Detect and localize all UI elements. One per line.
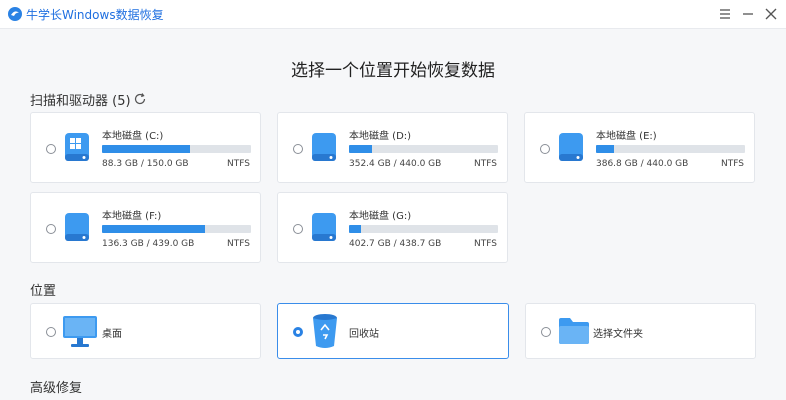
drive-usage-bar (349, 225, 498, 233)
drive-usage-fill (596, 145, 615, 153)
windows-drive-icon (65, 133, 89, 161)
locations-section-title: 位置 (30, 284, 57, 299)
drive-filesystem: NTFS (227, 239, 250, 249)
location-label: 选择文件夹 (593, 329, 643, 340)
drive-card-g[interactable]: 本地磁盘 (G:) 402.7 GB / 438.7 GB NTFS (277, 192, 508, 263)
drive-icon (312, 213, 336, 241)
drive-filesystem: NTFS (474, 239, 497, 249)
location-card-desktop[interactable]: 桌面 (30, 303, 261, 359)
app-logo-icon (8, 7, 22, 21)
drive-card-c[interactable]: 本地磁盘 (C:) 88.3 GB / 150.0 GB NTFS (30, 112, 261, 183)
drive-usage-bar (596, 145, 745, 153)
drive-card-d[interactable]: 本地磁盘 (D:) 352.4 GB / 440.0 GB NTFS (277, 112, 508, 183)
drive-name: 本地磁盘 (F:) (102, 211, 162, 222)
page-heading: 选择一个位置开始恢复数据 (291, 61, 495, 81)
refresh-icon[interactable] (133, 92, 147, 106)
location-card-recycle-bin[interactable]: 回收站 (277, 303, 509, 359)
drive-radio[interactable] (293, 144, 303, 154)
drive-size: 352.4 GB / 440.0 GB (349, 159, 442, 169)
location-radio-selected[interactable] (293, 327, 303, 337)
drive-usage-bar (102, 225, 251, 233)
location-radio[interactable] (541, 327, 551, 337)
drive-card-e[interactable]: 本地磁盘 (E:) 386.8 GB / 440.0 GB NTFS (524, 112, 755, 183)
menu-icon[interactable] (716, 5, 734, 23)
drive-icon (559, 133, 583, 161)
location-radio[interactable] (46, 327, 56, 337)
advanced-section-title: 高级修复 (30, 381, 83, 396)
drive-radio[interactable] (540, 144, 550, 154)
drive-usage-fill (102, 145, 190, 153)
monitor-icon (63, 316, 97, 347)
location-label: 桌面 (102, 329, 122, 340)
recycle-bin-icon (313, 314, 337, 348)
drive-name: 本地磁盘 (G:) (349, 211, 412, 222)
drive-usage-fill (349, 145, 372, 153)
drive-filesystem: NTFS (474, 159, 497, 169)
app-title: 牛学长Windows数据恢复 (26, 8, 164, 22)
drive-icon (312, 133, 336, 161)
drives-section-title: 扫描和驱动器 (5) (30, 94, 131, 109)
drive-size: 402.7 GB / 438.7 GB (349, 239, 442, 249)
drive-usage-bar (102, 145, 251, 153)
drive-usage-fill (349, 225, 362, 233)
drive-radio[interactable] (293, 224, 303, 234)
drive-name: 本地磁盘 (E:) (596, 131, 657, 142)
location-label: 回收站 (349, 329, 379, 340)
drive-usage-fill (102, 225, 205, 233)
drive-name: 本地磁盘 (C:) (102, 131, 164, 142)
drive-radio[interactable] (46, 144, 56, 154)
drive-size: 386.8 GB / 440.0 GB (596, 159, 689, 169)
drive-radio[interactable] (46, 224, 56, 234)
close-icon[interactable] (762, 5, 780, 23)
folder-icon (559, 318, 589, 344)
minimize-icon[interactable] (739, 5, 757, 23)
drive-size: 136.3 GB / 439.0 GB (102, 239, 195, 249)
drive-usage-bar (349, 145, 498, 153)
drive-icon (65, 213, 89, 241)
drive-filesystem: NTFS (721, 159, 744, 169)
drive-name: 本地磁盘 (D:) (349, 131, 412, 142)
title-bar: 牛学长Windows数据恢复 (0, 0, 786, 29)
drive-size: 88.3 GB / 150.0 GB (102, 159, 189, 169)
drive-filesystem: NTFS (227, 159, 250, 169)
location-card-select-folder[interactable]: 选择文件夹 (525, 303, 756, 359)
drive-card-f[interactable]: 本地磁盘 (F:) 136.3 GB / 439.0 GB NTFS (30, 192, 261, 263)
